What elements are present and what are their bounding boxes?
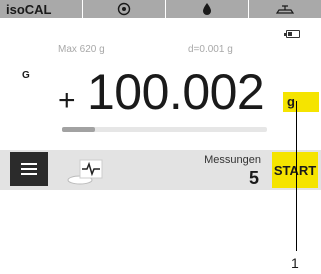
callout-number: 1 — [291, 255, 299, 271]
weight-value: 100.002 — [87, 64, 265, 120]
start-button[interactable]: START — [272, 152, 318, 188]
measurements-label: Messungen — [204, 154, 261, 166]
level-indicator[interactable] — [83, 0, 166, 18]
capacity-bar — [62, 127, 267, 132]
measurements-count: 5 — [248, 168, 259, 188]
balance-indicator[interactable] — [249, 0, 321, 18]
status-bar: isoCAL — [0, 0, 321, 18]
isocal-label[interactable]: isoCAL — [0, 0, 83, 18]
menu-line — [21, 163, 37, 165]
level-icon — [117, 2, 131, 16]
readability: d=0.001 g — [188, 44, 233, 55]
menu-line — [21, 168, 37, 170]
value-sign: + — [58, 84, 76, 117]
unit-button[interactable]: g — [283, 92, 319, 112]
callout-line — [296, 101, 297, 251]
mode-indicator: G — [22, 70, 30, 81]
humidity-indicator[interactable] — [166, 0, 249, 18]
max-capacity: Max 620 g — [58, 44, 105, 55]
drop-icon — [203, 3, 211, 15]
battery-icon — [284, 30, 300, 38]
balance-icon — [275, 5, 295, 14]
capacity-bar-fill — [62, 127, 95, 132]
menu-button[interactable] — [10, 152, 48, 186]
menu-line — [21, 173, 37, 175]
weighing-app-icon[interactable] — [66, 158, 110, 186]
